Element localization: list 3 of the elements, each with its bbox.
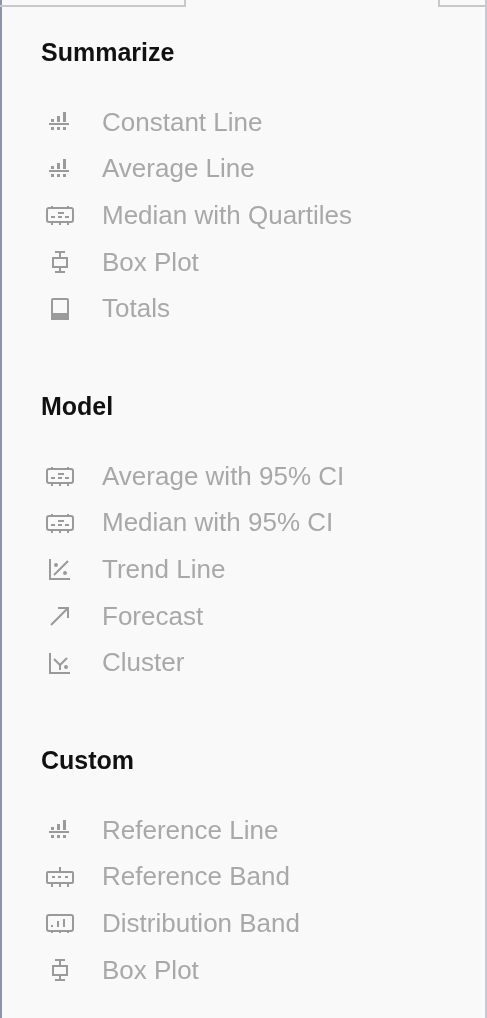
section-heading: Model [41, 390, 115, 421]
section-heading: Summarize [41, 37, 176, 67]
section-heading: Custom [41, 744, 136, 775]
